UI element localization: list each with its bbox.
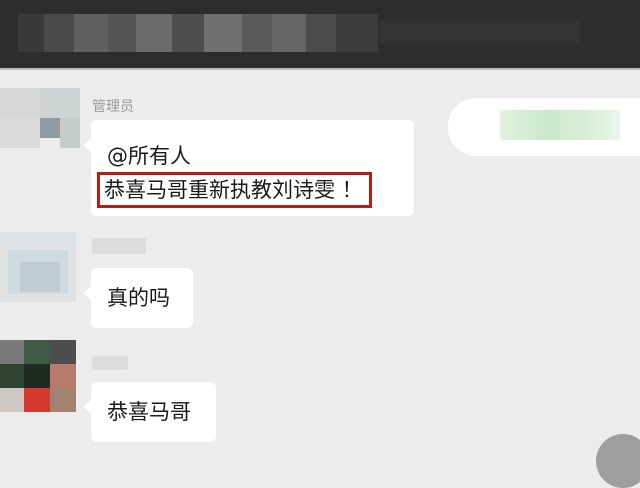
title-blur-right [380, 20, 580, 44]
scroll-to-bottom-button[interactable] [596, 434, 640, 488]
chat-title-obscured [18, 14, 378, 52]
highlighted-message-text: 恭喜马哥重新执教刘诗雯 ！ [97, 172, 372, 208]
sender-name-obscured [92, 238, 146, 254]
avatar[interactable] [0, 340, 76, 412]
avatar[interactable] [0, 88, 80, 148]
sender-name-obscured [92, 356, 128, 370]
sender-name: 管理员 [92, 99, 134, 115]
own-message-obscured [500, 110, 620, 140]
message-text: 恭喜马哥 [107, 400, 191, 424]
message-bubble[interactable]: 真的吗 [83, 268, 193, 328]
message-text: 真的吗 [107, 286, 170, 310]
title-divider [0, 68, 640, 70]
message-bubble[interactable]: @所有人 恭喜马哥重新执教刘诗雯 ！ [83, 120, 414, 216]
message-bubble[interactable]: 恭喜马哥 [83, 382, 216, 442]
chat-title-bar [0, 0, 640, 68]
mention-all: @所有人 [107, 144, 191, 168]
avatar[interactable] [0, 232, 76, 302]
